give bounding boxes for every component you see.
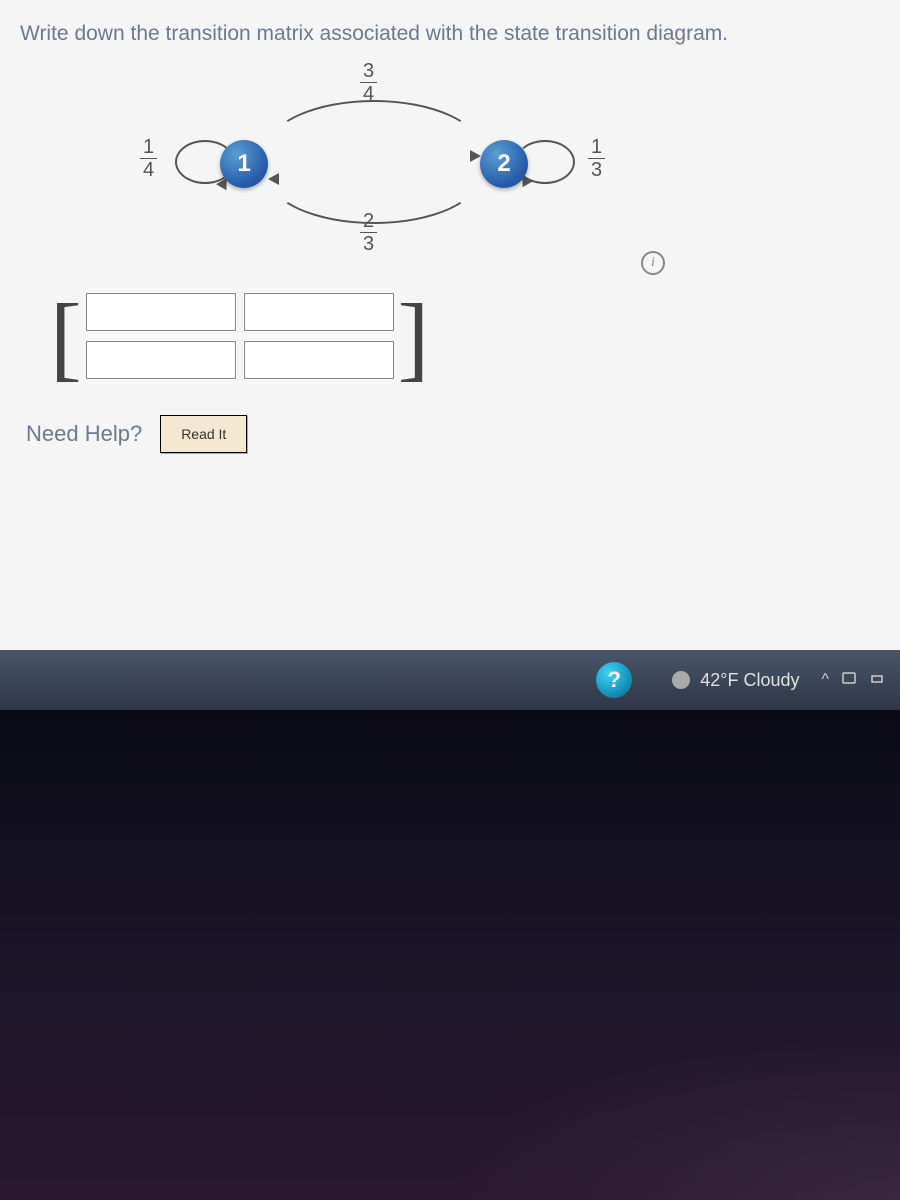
state-node-2: 2 [480, 140, 528, 188]
arrow-icon [268, 173, 279, 185]
right-bracket: ] [398, 290, 430, 385]
need-help-label: Need Help? [26, 421, 142, 447]
help-section: Need Help? Read It [26, 415, 880, 453]
matrix-input-container: [ ] [50, 290, 880, 385]
left-bracket: [ [50, 290, 82, 385]
self-loop-2-label: 1 3 [588, 136, 605, 181]
tray-icon[interactable] [869, 670, 885, 691]
cloud-icon[interactable] [672, 671, 690, 689]
state-node-1: 1 [220, 140, 268, 188]
matrix-cell-1-1[interactable] [244, 341, 394, 379]
help-icon[interactable]: ? [596, 662, 632, 698]
question-panel: Write down the transition matrix associa… [0, 0, 900, 650]
tray-icon[interactable] [841, 670, 857, 691]
matrix-cell-1-0[interactable] [86, 341, 236, 379]
windows-taskbar[interactable]: ? 42°F Cloudy ^ [0, 650, 900, 710]
transition-1-2-label: 3 4 [360, 60, 377, 105]
weather-text[interactable]: 42°F Cloudy [700, 670, 799, 691]
question-prompt: Write down the transition matrix associa… [20, 18, 880, 50]
state-transition-diagram: 1 4 3 4 2 3 1 3 [20, 60, 700, 270]
info-icon[interactable]: i [641, 251, 665, 275]
self-loop-1-label: 1 4 [140, 136, 157, 181]
chevron-up-icon[interactable]: ^ [821, 671, 829, 689]
matrix-cell-0-1[interactable] [244, 293, 394, 331]
matrix-cell-0-0[interactable] [86, 293, 236, 331]
below-screen-area [0, 710, 900, 1200]
read-it-button[interactable]: Read It [160, 415, 247, 453]
keyboard-glare [450, 1020, 900, 1200]
taskbar-right-section: 42°F Cloudy ^ [672, 670, 885, 691]
transition-arc-bottom [266, 124, 482, 224]
